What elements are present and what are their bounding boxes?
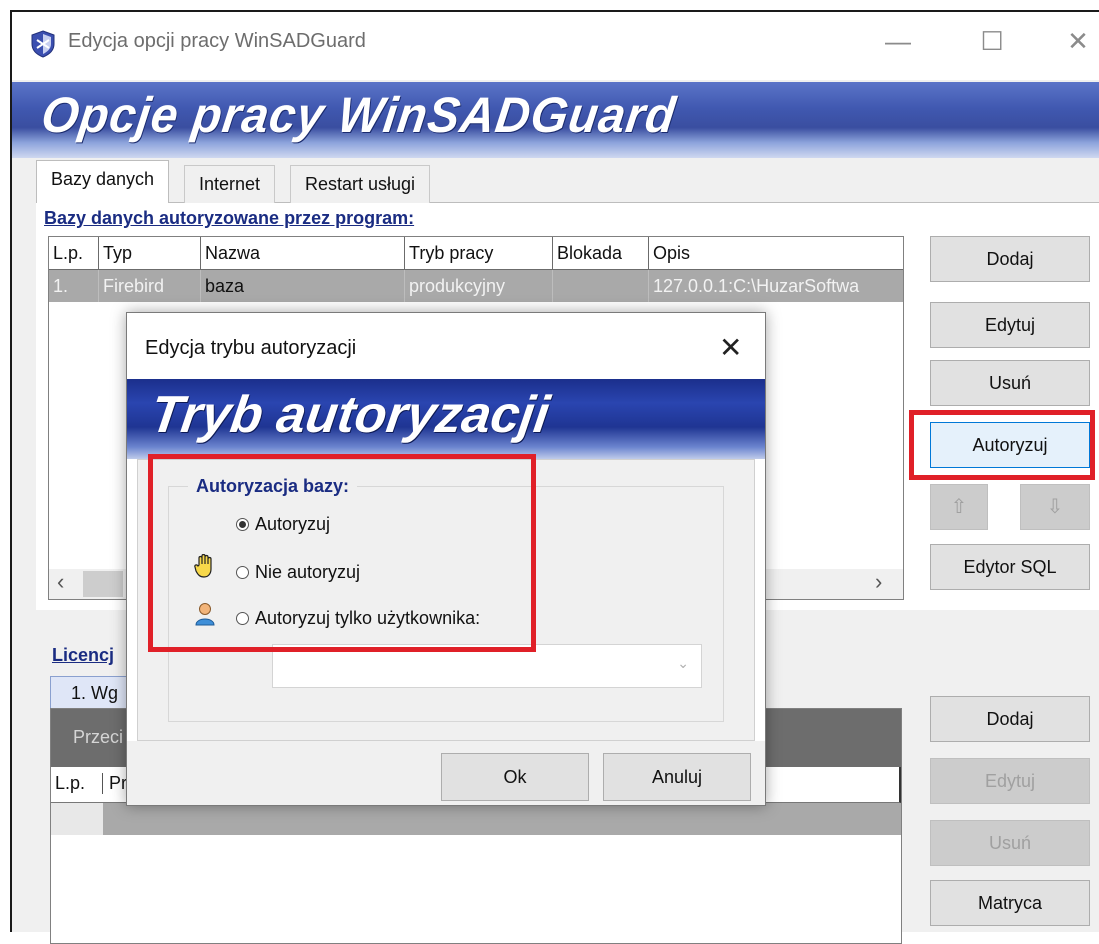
column-header-lp[interactable]: L.p. [49,237,99,270]
dialog-banner-title: Tryb autoryzacji [146,386,553,444]
minimize-button[interactable]: — [878,26,918,56]
cell-nazwa[interactable]: baza [201,270,405,302]
licenses-heading: Licencj [52,645,115,665]
column-header-opis[interactable]: Opis [649,237,903,270]
cell-typ[interactable]: Firebird [99,270,201,302]
matrix-button[interactable]: Matryca [930,880,1090,926]
highlight-frame [148,454,536,652]
column-header-lp[interactable]: L.p. [55,773,103,794]
column-header-blokada[interactable]: Blokada [553,237,649,270]
scroll-left-icon[interactable]: ‹ [57,569,64,595]
move-up-button[interactable]: ⇧ [930,484,988,530]
banner-title: Opcje pracy WinSADGuard [38,87,680,143]
edit-button[interactable]: Edytuj [930,302,1090,348]
delete-button[interactable]: Usuń [930,360,1090,406]
licenses-edit-button[interactable]: Edytuj [930,758,1090,804]
authorize-button[interactable]: Autoryzuj [930,422,1090,468]
sql-editor-button[interactable]: Edytor SQL [930,544,1090,590]
close-button[interactable]: ✕ [1058,26,1098,56]
header-banner: Opcje pracy WinSADGuard [12,82,1099,158]
licenses-panel-header-text: Przeci [73,727,124,747]
cell-lp[interactable]: 1. [49,270,99,302]
scroll-thumb[interactable] [83,571,123,597]
scroll-right-icon[interactable]: › [875,569,882,595]
databases-heading: Bazy danych autoryzowane przez program: [44,208,415,228]
window-title: Edycja opcji pracy WinSADGuard [68,30,366,52]
chevron-down-icon[interactable]: ⌄ [677,655,689,672]
tab-bazy-danych[interactable]: Bazy danych [36,160,170,203]
cancel-button[interactable]: Anuluj [603,753,751,801]
column-header-typ[interactable]: Typ [99,237,201,270]
cell-tryb[interactable]: produkcyjny [405,270,553,302]
add-button[interactable]: Dodaj [930,236,1090,282]
cell-opis[interactable]: 127.0.0.1:C:\HuzarSoftwa [649,270,903,302]
table-row-cells[interactable] [103,803,901,835]
dialog-footer: Ok Anuluj [127,741,765,805]
tab-internet[interactable]: Internet [184,165,276,203]
cell-blokada[interactable] [553,270,649,302]
licenses-delete-button[interactable]: Usuń [930,820,1090,866]
dialog-body: Autoryzacja bazy: Autoryzuj Nie autoryzu… [137,454,755,741]
move-down-button[interactable]: ⇩ [1020,484,1090,530]
title-bar: Edycja opcji pracy WinSADGuard — ☐ ✕ [12,12,1099,80]
dialog-title: Edycja trybu autoryzacji [145,337,357,359]
dialog-banner: Tryb autoryzacji [127,379,765,459]
column-header-nazwa[interactable]: Nazwa [201,237,405,270]
authorization-dialog: Edycja trybu autoryzacji ✕ Tryb autoryza… [126,312,766,806]
licenses-add-button[interactable]: Dodaj [930,696,1090,742]
maximize-button[interactable]: ☐ [972,26,1012,56]
tab-restart-uslugi[interactable]: Restart usługi [290,165,431,203]
dialog-close-button[interactable]: ✕ [719,331,742,364]
ok-button[interactable]: Ok [441,753,589,801]
column-header-tryb[interactable]: Tryb pracy [405,237,553,270]
shield-icon [31,30,55,58]
column-header-pr[interactable]: Pr [109,773,127,794]
